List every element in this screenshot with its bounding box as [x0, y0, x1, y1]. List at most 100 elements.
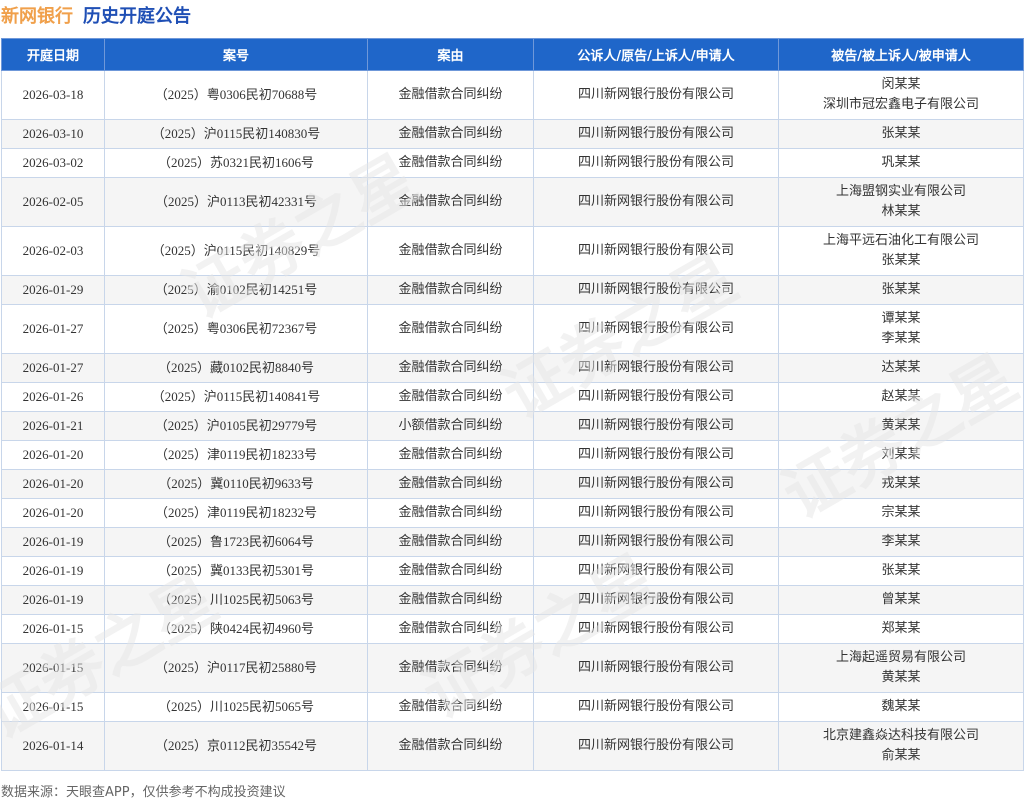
table-row: 2026-01-26 （2025）沪0115民初140841号 金融借款合同纠纷 四川… [1, 382, 1024, 412]
reason-cell: 金融借款合同纠纷 [367, 148, 534, 178]
date-cell: 2026-01-19 [1, 527, 105, 557]
plaintiff-cell: 四川新网银行股份有限公司 [533, 304, 779, 354]
defendant-cell: 郑某某 [778, 614, 1024, 644]
case-no-cell: （2025）冀0133民初5301号 [104, 556, 368, 586]
defendant-name: 林某某 [881, 204, 921, 219]
col-header-date: 开庭日期 [1, 38, 105, 71]
date-cell: 2026-01-20 [1, 498, 105, 528]
plaintiff-cell: 四川新网银行股份有限公司 [533, 498, 779, 528]
reason-cell: 金融借款合同纠纷 [367, 692, 534, 722]
plaintiff-cell: 四川新网银行股份有限公司 [533, 177, 779, 227]
date-cell: 2026-02-03 [1, 226, 105, 276]
defendant-name: 黄某某 [881, 418, 921, 433]
defendant-name: 深圳市冠宏鑫电子有限公司 [822, 97, 979, 112]
defendant-name: 郑某某 [881, 621, 921, 636]
table-row: 2026-03-02 （2025）苏0321民初1606号 金融借款合同纠纷 四川新网… [1, 148, 1024, 178]
case-no-cell: （2025）渝0102民初14251号 [104, 275, 368, 305]
case-no-cell: （2025）沪0113民初42331号 [104, 177, 368, 227]
defendant-name: 曾某某 [881, 592, 921, 607]
reason-cell: 金融借款合同纠纷 [367, 556, 534, 586]
table-header-row: 开庭日期 案号 案由 公诉人/原告/上诉人/申请人 被告/被上诉人/被申请人 [1, 38, 1024, 71]
defendant-cell: 上海起遥贸易有限公司 黄某某 [778, 643, 1024, 693]
company-name: 新网银行 [1, 6, 73, 27]
defendant-name: 赵某某 [881, 389, 921, 404]
date-cell: 2026-01-29 [1, 275, 105, 305]
plaintiff-cell: 四川新网银行股份有限公司 [533, 440, 779, 470]
table-row: 2026-01-14 （2025）京0112民初35542号 金融借款合同纠纷 四川新… [1, 721, 1024, 771]
defendant-cell: 曾某某 [778, 585, 1024, 615]
plaintiff-cell: 四川新网银行股份有限公司 [533, 527, 779, 557]
reason-cell: 金融借款合同纠纷 [367, 527, 534, 557]
defendant-name: 张某某 [881, 126, 921, 141]
defendant-cell: 张某某 [778, 119, 1024, 149]
defendant-name: 张某某 [881, 563, 921, 578]
reason-cell: 金融借款合同纠纷 [367, 498, 534, 528]
case-no-cell: （2025）沪0117民初25880号 [104, 643, 368, 693]
date-cell: 2026-01-20 [1, 469, 105, 499]
reason-cell: 金融借款合同纠纷 [367, 440, 534, 470]
date-cell: 2026-02-05 [1, 177, 105, 227]
plaintiff-cell: 四川新网银行股份有限公司 [533, 148, 779, 178]
col-header-plaintiff: 公诉人/原告/上诉人/申请人 [533, 38, 779, 71]
reason-cell: 金融借款合同纠纷 [367, 304, 534, 354]
date-cell: 2026-01-21 [1, 411, 105, 441]
case-no-cell: （2025）冀0110民初9633号 [104, 469, 368, 499]
defendant-cell: 谭某某 李某某 [778, 304, 1024, 354]
table-row: 2026-01-20 （2025）津0119民初18232号 金融借款合同纠纷 四川新… [1, 498, 1024, 528]
defendant-cell: 北京建鑫焱达科技有限公司 俞某某 [778, 721, 1024, 771]
table-row: 2026-01-21 （2025）沪0105民初29779号 小额借款合同纠纷 四川新… [1, 411, 1024, 441]
reason-cell: 金融借款合同纠纷 [367, 643, 534, 693]
reason-cell: 金融借款合同纠纷 [367, 721, 534, 771]
date-cell: 2026-01-26 [1, 382, 105, 412]
defendant-cell: 宗某某 [778, 498, 1024, 528]
plaintiff-cell: 四川新网银行股份有限公司 [533, 585, 779, 615]
plaintiff-cell: 四川新网银行股份有限公司 [533, 226, 779, 276]
defendant-name: 巩某某 [881, 155, 921, 170]
data-source-note: 数据来源：天眼查APP，仅供参考不构成投资建议 [1, 785, 286, 800]
table-row: 2026-01-15 （2025）川1025民初5065号 金融借款合同纠纷 四川新网… [1, 692, 1024, 722]
col-header-case-no: 案号 [104, 38, 368, 71]
table-row: 2026-01-27 （2025）藏0102民初8840号 金融借款合同纠纷 四川新网… [1, 353, 1024, 383]
table-row: 2026-01-19 （2025）鲁1723民初6064号 金融借款合同纠纷 四川新网… [1, 527, 1024, 557]
defendant-cell: 魏某某 [778, 692, 1024, 722]
date-cell: 2026-03-02 [1, 148, 105, 178]
date-cell: 2026-01-15 [1, 692, 105, 722]
case-no-cell: （2025）京0112民初35542号 [104, 721, 368, 771]
date-cell: 2026-03-18 [1, 70, 105, 120]
reason-cell: 小额借款合同纠纷 [367, 411, 534, 441]
table-row: 2026-01-15 （2025）陕0424民初4960号 金融借款合同纠纷 四川新网… [1, 614, 1024, 644]
plaintiff-cell: 四川新网银行股份有限公司 [533, 70, 779, 120]
defendant-name: 张某某 [881, 282, 921, 297]
defendant-name: 上海平远石油化工有限公司 [822, 233, 979, 248]
date-cell: 2026-01-27 [1, 304, 105, 354]
table-row: 2026-03-18 （2025）粤0306民初70688号 金融借款合同纠纷 四川新… [1, 70, 1024, 120]
table-row: 2026-01-19 （2025）冀0133民初5301号 金融借款合同纠纷 四川新网… [1, 556, 1024, 586]
case-no-cell: （2025）沪0115民初140829号 [104, 226, 368, 276]
court-announcements-table: 开庭日期 案号 案由 公诉人/原告/上诉人/申请人 被告/被上诉人/被申请人 2… [1, 38, 1024, 771]
plaintiff-cell: 四川新网银行股份有限公司 [533, 643, 779, 693]
defendant-cell: 赵某某 [778, 382, 1024, 412]
defendant-cell: 李某某 [778, 527, 1024, 557]
plaintiff-cell: 四川新网银行股份有限公司 [533, 692, 779, 722]
reason-cell: 金融借款合同纠纷 [367, 275, 534, 305]
case-no-cell: （2025）粤0306民初70688号 [104, 70, 368, 120]
reason-cell: 金融借款合同纠纷 [367, 119, 534, 149]
plaintiff-cell: 四川新网银行股份有限公司 [533, 353, 779, 383]
case-no-cell: （2025）津0119民初18232号 [104, 498, 368, 528]
defendant-cell: 达某某 [778, 353, 1024, 383]
case-no-cell: （2025）沪0115民初140841号 [104, 382, 368, 412]
defendant-cell: 巩某某 [778, 148, 1024, 178]
case-no-cell: （2025）藏0102民初8840号 [104, 353, 368, 383]
table-row: 2026-01-29 （2025）渝0102民初14251号 金融借款合同纠纷 四川新… [1, 275, 1024, 305]
date-cell: 2026-01-19 [1, 556, 105, 586]
defendant-name: 上海盟钢实业有限公司 [835, 184, 966, 199]
table-row: 2026-01-15 （2025）沪0117民初25880号 金融借款合同纠纷 四川新… [1, 643, 1024, 693]
defendant-name: 北京建鑫焱达科技有限公司 [822, 728, 979, 743]
reason-cell: 金融借款合同纠纷 [367, 382, 534, 412]
defendant-cell: 张某某 [778, 556, 1024, 586]
defendant-cell: 戎某某 [778, 469, 1024, 499]
plaintiff-cell: 四川新网银行股份有限公司 [533, 721, 779, 771]
date-cell: 2026-01-20 [1, 440, 105, 470]
defendant-name: 魏某某 [881, 699, 921, 714]
case-no-cell: （2025）川1025民初5065号 [104, 692, 368, 722]
